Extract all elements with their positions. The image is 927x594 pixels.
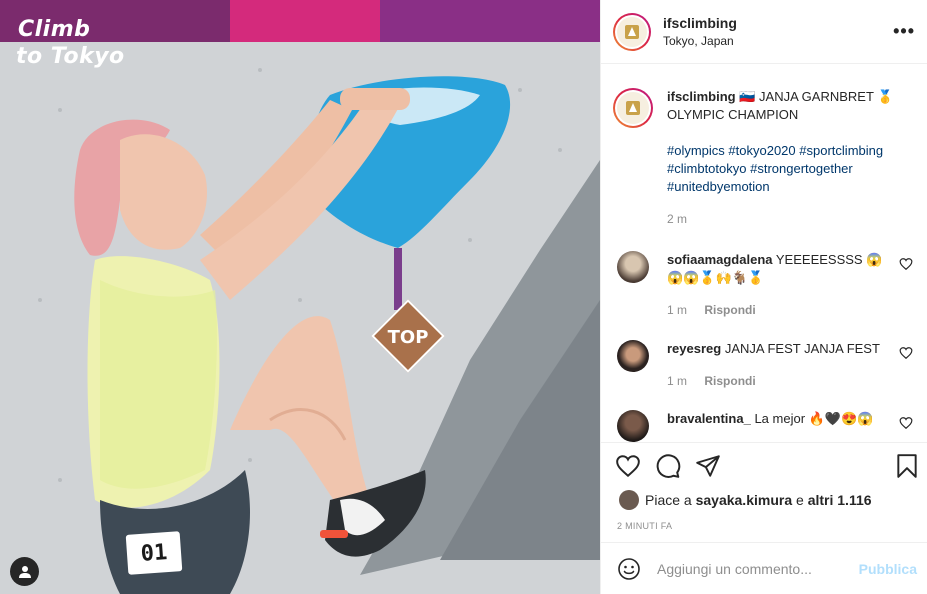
like-comment-heart-icon[interactable] — [899, 257, 913, 271]
likes-conjunction: e — [796, 492, 804, 508]
liker-avatar[interactable] — [619, 490, 639, 510]
hashtag[interactable]: #olympics — [667, 143, 725, 158]
caption-time[interactable]: 2 m — [667, 210, 912, 228]
hashtag[interactable]: #climbtotokyo — [667, 161, 746, 176]
brand-line-2: to Tokyo — [16, 44, 125, 69]
ifsc-logo-icon — [626, 101, 640, 115]
bib-number: 01 — [125, 531, 183, 575]
hashtag[interactable]: #unitedbyemotion — [667, 179, 770, 194]
comment-username[interactable]: sofiaamagdalena — [667, 252, 773, 267]
liked-by-username[interactable]: sayaka.kimura — [696, 492, 793, 508]
more-options-icon[interactable]: ••• — [893, 21, 915, 42]
comment-bubble-icon[interactable] — [655, 453, 681, 479]
emoji-icon[interactable] — [617, 557, 641, 581]
likes-summary: Piace a sayaka.kimura e altri 1.116 — [619, 490, 872, 510]
comments-list[interactable]: ifsclimbing 🇸🇮 JANJA GARNBRET 🥇 OLYMPIC … — [601, 64, 927, 442]
comment-item: sofiaamagdalena YEEEEESSSS 😱😱😱🥇🙌🐐🥇 1 m R… — [617, 251, 913, 319]
comment-text: JANJA FEST JANJA FEST — [724, 341, 880, 356]
comment-item: reyesreg JANJA FEST JANJA FEST 1 m Rispo… — [617, 340, 913, 390]
post-actions: Piace a sayaka.kimura e altri 1.116 2 MI… — [601, 442, 927, 542]
caption-username[interactable]: ifsclimbing — [667, 89, 736, 104]
hashtag[interactable]: #strongertogether — [750, 161, 853, 176]
comment-username[interactable]: bravalentina_ — [667, 411, 751, 426]
post-side-panel: ifsclimbing Tokyo, Japan ••• ifsclimbing — [600, 0, 927, 594]
climb-to-tokyo-logo: Climb to Tokyo — [16, 16, 125, 70]
comment-avatar[interactable] — [617, 340, 649, 372]
reply-button[interactable]: Rispondi — [704, 303, 755, 317]
header-location[interactable]: Tokyo, Japan — [663, 32, 737, 50]
climbing-photo-illustration — [0, 0, 600, 594]
ifsc-logo-icon — [625, 24, 639, 39]
top-badge-label: TOP — [387, 327, 429, 348]
hashtag[interactable]: #sportclimbing — [799, 143, 883, 158]
likes-count[interactable]: altri 1.116 — [808, 492, 872, 508]
caption-avatar[interactable] — [613, 88, 653, 128]
likes-prefix: Piace a — [645, 492, 692, 508]
like-heart-icon[interactable] — [615, 453, 641, 479]
like-comment-heart-icon[interactable] — [899, 346, 913, 360]
person-icon — [18, 565, 31, 578]
avatar[interactable] — [613, 12, 651, 51]
header-username[interactable]: ifsclimbing — [663, 14, 737, 32]
publish-button[interactable]: Pubblica — [859, 561, 917, 577]
comment-avatar[interactable] — [617, 251, 649, 283]
comment-time[interactable]: 1 m — [667, 303, 687, 317]
comment-text: La mejor 🔥🖤😍😱 — [754, 411, 874, 426]
save-bookmark-icon[interactable] — [894, 453, 920, 479]
post-header: ifsclimbing Tokyo, Japan ••• — [601, 0, 927, 64]
post-timestamp[interactable]: 2 MINUTI FA — [617, 521, 672, 531]
comment-item: bravalentina_ La mejor 🔥🖤😍😱 — [617, 410, 913, 442]
caption-hashtags: #olympics #tokyo2020 #sportclimbing #cli… — [667, 142, 912, 196]
tagged-users-button[interactable] — [10, 557, 39, 586]
post-photo[interactable]: Climb to Tokyo TOP 01 — [0, 0, 600, 594]
comment-time[interactable]: 1 m — [667, 374, 687, 388]
like-comment-heart-icon[interactable] — [899, 416, 913, 430]
comment-avatar[interactable] — [617, 410, 649, 442]
add-comment-bar: Pubblica — [601, 542, 927, 594]
share-send-icon[interactable] — [695, 453, 721, 479]
post-caption: ifsclimbing 🇸🇮 JANJA GARNBRET 🥇 OLYMPIC … — [601, 64, 927, 228]
comment-input[interactable] — [657, 560, 837, 577]
reply-button[interactable]: Rispondi — [704, 374, 755, 388]
brand-line-1: Climb — [18, 17, 91, 42]
comment-username[interactable]: reyesreg — [667, 341, 721, 356]
hashtag[interactable]: #tokyo2020 — [728, 143, 795, 158]
